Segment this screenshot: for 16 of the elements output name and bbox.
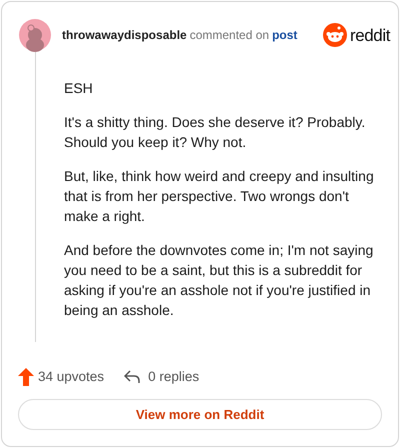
- avatar-icon: [18, 18, 52, 52]
- action-text: commented on: [190, 27, 270, 44]
- reply-count: 0 replies: [148, 368, 200, 386]
- upvote-icon[interactable]: [18, 368, 34, 386]
- comment-paragraph: ESH: [64, 79, 94, 98]
- reply-icon[interactable]: [124, 370, 140, 384]
- upvote-count: 34 upvotes: [38, 368, 104, 386]
- author-name[interactable]: throwawaydisposable: [62, 26, 187, 44]
- post-link[interactable]: post: [272, 26, 298, 44]
- comment-paragraph: And before the downvotes come in; I'm not saying you need to be a saint, but this is a subreddit for asking if you're an asshole not if you're justified in being an asshole.: [64, 241, 374, 320]
- snoo-icon: [323, 23, 348, 47]
- reddit-logo[interactable]: reddit: [323, 23, 390, 47]
- comment-paragraph: It's a shitty thing. Does she deserve it? Probably. Should you keep it? Why not.: [64, 113, 366, 152]
- brand-wordmark: reddit: [350, 26, 390, 44]
- view-more-button[interactable]: View more on Reddit: [18, 399, 382, 430]
- comment-paragraph: But, like, think how weird and creepy and insulting that is from her perspective. Two wrongs don't make a right.: [64, 167, 375, 226]
